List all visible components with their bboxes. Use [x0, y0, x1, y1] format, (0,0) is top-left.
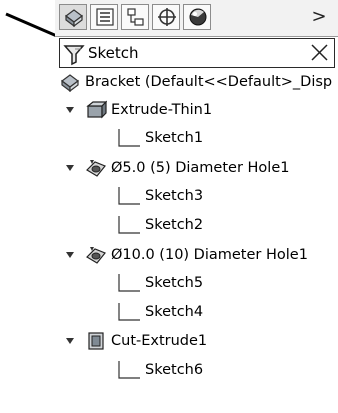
expand-chevron-icon[interactable]: [65, 164, 75, 172]
sketch-icon: [118, 129, 140, 147]
expand-chevron-icon[interactable]: [65, 106, 75, 114]
more-tabs-button[interactable]: >: [307, 6, 331, 30]
tree-item-label: Sketch4: [145, 304, 204, 320]
tree-item-label: Sketch1: [145, 130, 204, 146]
part-icon: [61, 74, 79, 92]
tree-item-label: Cut-Extrude1: [111, 333, 208, 349]
feature-manager-icon: [65, 9, 83, 27]
tree-item-extrude-thin1[interactable]: Extrude-Thin1: [55, 98, 338, 122]
tree-item-label: Extrude-Thin1: [111, 102, 213, 118]
tree-item-label: Ø10.0 (10) Diameter Hole1: [111, 247, 308, 263]
manager-tabs-toolbar: >: [55, 0, 338, 37]
tree-item-label: Sketch6: [145, 362, 204, 378]
cut-extrude-icon: [88, 332, 104, 350]
filter-input[interactable]: [88, 42, 298, 64]
sketch-icon: [118, 303, 140, 321]
tree-item-label: Ø5.0 (5) Diameter Hole1: [111, 160, 290, 176]
tree-item-label: Sketch5: [145, 275, 204, 291]
feature-manager-tab[interactable]: [59, 4, 87, 30]
hole-wizard-icon: [86, 247, 106, 264]
tree-item-cut-extrude1[interactable]: Cut-Extrude1: [55, 329, 338, 353]
dimxpert-manager-tab[interactable]: [152, 4, 180, 30]
hole-wizard-icon: [86, 160, 106, 177]
expand-chevron-icon[interactable]: [65, 337, 75, 345]
dimxpert-icon: [158, 8, 176, 26]
filter-funnel-icon: [63, 45, 85, 66]
configuration-manager-icon: [127, 8, 144, 26]
property-manager-icon: [96, 8, 114, 26]
tree-item-label: Bracket (Default<<Default>_Disp: [85, 74, 333, 90]
tree-item-label: Sketch2: [145, 217, 204, 233]
tree-item-diameter-hole1-10[interactable]: Ø10.0 (10) Diameter Hole1: [55, 243, 338, 267]
tree-item-label: Sketch3: [145, 188, 204, 204]
close-icon[interactable]: [308, 41, 330, 63]
extrude-thin-icon: [86, 100, 107, 119]
sketch-icon: [118, 361, 140, 379]
display-manager-tab[interactable]: [183, 4, 211, 30]
sketch-icon: [118, 216, 140, 234]
sketch-icon: [118, 274, 140, 292]
tree-item-diameter-hole1-5[interactable]: Ø5.0 (5) Diameter Hole1: [55, 156, 338, 180]
sketch-icon: [118, 187, 140, 205]
property-manager-tab[interactable]: [90, 4, 118, 30]
feature-tree-filter: [59, 38, 335, 68]
display-manager-icon: [189, 8, 207, 26]
tree-root-item[interactable]: Bracket (Default<<Default>_Disp: [59, 70, 338, 94]
configuration-manager-tab[interactable]: [121, 4, 149, 30]
feature-manager-panel: > Bracket (Default<<Default>_Disp: [55, 0, 338, 413]
expand-chevron-icon[interactable]: [65, 251, 75, 259]
